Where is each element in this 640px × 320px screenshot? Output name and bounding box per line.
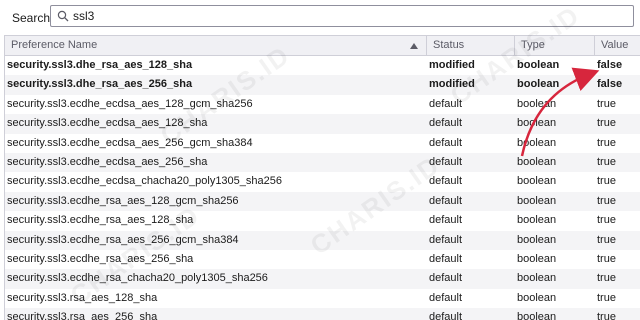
type-cell: boolean (517, 311, 557, 320)
value-cell: true (597, 136, 616, 149)
value-cell: false (597, 59, 623, 71)
table-row[interactable]: security.ssl3.ecdhe_rsa_aes_256_sha defau… (5, 249, 640, 270)
status-cell: default (429, 97, 463, 110)
preference-name-cell: security.ssl3.ecdhe_rsa_aes_128_sha (7, 214, 194, 227)
type-cell: boolean (517, 194, 557, 207)
sort-ascending-icon (410, 43, 418, 49)
status-cell: default (429, 272, 463, 285)
preference-name-cell: security.ssl3.ecdhe_ecdsa_chacha20_poly1… (7, 175, 282, 188)
value-cell: true (597, 272, 616, 285)
table-row[interactable]: security.ssl3.ecdhe_ecdsa_aes_256_gcm_sh… (5, 133, 640, 153)
search-label: Search: (12, 11, 54, 25)
column-header-status[interactable]: Status (427, 36, 515, 55)
table-row[interactable]: security.ssl3.ecdhe_rsa_chacha20_poly130… (5, 269, 640, 289)
type-cell: boolean (517, 59, 560, 71)
preference-name-cell: security.ssl3.ecdhe_ecdsa_aes_256_sha (7, 155, 208, 168)
table-row[interactable]: security.ssl3.ecdhe_ecdsa_chacha20_poly1… (5, 172, 640, 192)
value-cell: true (597, 194, 616, 207)
search-bar: Search: (0, 0, 640, 34)
about-config-page: Search: Preference Name Status Type Valu… (0, 0, 640, 320)
value-cell: true (597, 175, 616, 188)
preference-name-cell: security.ssl3.ecdhe_ecdsa_aes_256_gcm_sh… (7, 136, 253, 149)
type-cell: boolean (517, 214, 557, 227)
preference-name-cell: security.ssl3.ecdhe_rsa_aes_256_sha (7, 252, 194, 265)
value-cell: true (597, 155, 616, 168)
value-cell: false (597, 78, 623, 91)
status-cell: modified (429, 78, 475, 91)
status-cell: default (429, 233, 463, 246)
status-cell: default (429, 175, 463, 188)
preference-name-cell: security.ssl3.ecdhe_rsa_chacha20_poly130… (7, 272, 268, 285)
value-cell: true (597, 97, 616, 110)
type-cell: boolean (517, 291, 557, 304)
type-cell: boolean (517, 272, 557, 285)
status-cell: default (429, 155, 463, 168)
table-row[interactable]: security.ssl3.ecdhe_ecdsa_aes_256_sha def… (5, 152, 640, 173)
column-header-preference-name-label: Preference Name (11, 39, 98, 51)
column-header-type[interactable]: Type (515, 36, 595, 55)
table-row[interactable]: security.ssl3.ecdhe_rsa_aes_128_gcm_sha2… (5, 191, 640, 212)
preference-name-cell: security.ssl3.rsa_aes_128_sha (7, 291, 158, 304)
column-header-preference-name[interactable]: Preference Name (5, 36, 427, 55)
value-cell: true (597, 233, 616, 246)
type-cell: boolean (517, 97, 557, 110)
table-row[interactable]: security.ssl3.ecdhe_ecdsa_aes_128_gcm_sh… (5, 94, 640, 115)
search-box[interactable] (50, 5, 634, 27)
preference-name-cell: security.ssl3.dhe_rsa_aes_128_sha (7, 59, 193, 71)
type-cell: boolean (517, 136, 557, 149)
type-cell: boolean (517, 252, 557, 265)
status-cell: default (429, 194, 463, 207)
status-cell: default (429, 214, 463, 227)
type-cell: boolean (517, 233, 557, 246)
column-header-value[interactable]: Value (595, 36, 640, 55)
table-header: Preference Name Status Type Value (5, 36, 640, 56)
type-cell: boolean (517, 117, 557, 130)
status-cell: default (429, 136, 463, 149)
table-row[interactable]: security.ssl3.ecdhe_rsa_aes_256_gcm_sha3… (5, 230, 640, 250)
status-cell: default (429, 311, 463, 320)
preference-name-cell: security.ssl3.dhe_rsa_aes_256_sha (7, 78, 193, 91)
status-cell: default (429, 291, 463, 304)
table-row[interactable]: security.ssl3.ecdhe_rsa_aes_128_sha defau… (5, 211, 640, 231)
search-icon (57, 10, 69, 22)
preference-name-cell: security.ssl3.ecdhe_rsa_aes_256_gcm_sha3… (7, 233, 239, 246)
table-row[interactable]: security.ssl3.rsa_aes_128_sha default bool… (5, 288, 640, 309)
type-cell: boolean (517, 175, 557, 188)
table-row[interactable]: security.ssl3.ecdhe_ecdsa_aes_128_sha def… (5, 114, 640, 134)
status-cell: default (429, 252, 463, 265)
preference-name-cell: security.ssl3.ecdhe_ecdsa_aes_128_sha (7, 117, 208, 130)
status-cell: default (429, 117, 463, 130)
type-cell: boolean (517, 155, 557, 168)
type-cell: boolean (517, 78, 560, 91)
preferences-table: Preference Name Status Type Value securi… (4, 35, 640, 320)
preference-name-cell: security.ssl3.ecdhe_ecdsa_aes_128_gcm_sh… (7, 97, 253, 110)
preference-name-cell: security.ssl3.ecdhe_rsa_aes_128_gcm_sha2… (7, 194, 239, 207)
value-cell: true (597, 252, 616, 265)
table-body: security.ssl3.dhe_rsa_aes_128_shamodifie… (5, 56, 640, 320)
value-cell: true (597, 117, 616, 130)
table-row[interactable]: security.ssl3.rsa_aes_256_sha default bool… (5, 308, 640, 320)
value-cell: true (597, 291, 616, 304)
status-cell: modified (429, 59, 475, 71)
value-cell: true (597, 311, 616, 320)
search-input[interactable] (73, 8, 613, 24)
value-cell: true (597, 214, 616, 227)
table-row[interactable]: security.ssl3.dhe_rsa_aes_128_sha modifie… (5, 56, 640, 76)
table-row[interactable]: security.ssl3.dhe_rsa_aes_256_sha modifie… (5, 75, 640, 95)
preference-name-cell: security.ssl3.rsa_aes_256_sha (7, 311, 158, 320)
